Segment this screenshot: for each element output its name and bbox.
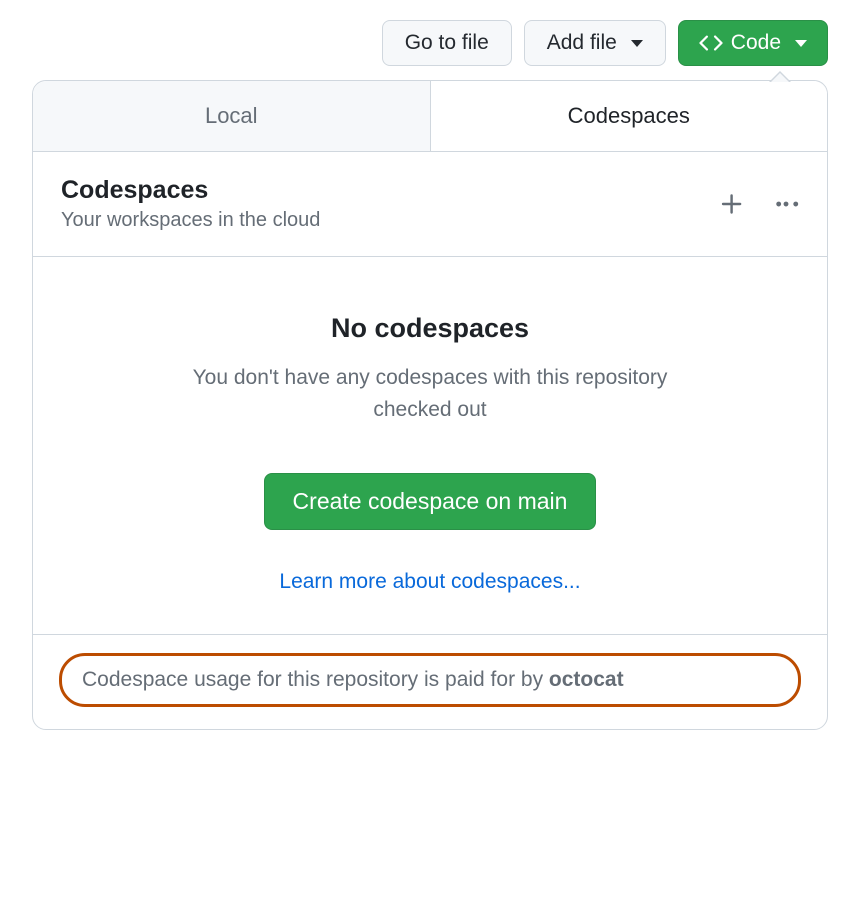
dropdown-pointer bbox=[769, 71, 791, 82]
code-dropdown-panel: Local Codespaces Codespaces Your workspa… bbox=[32, 80, 828, 730]
learn-more-link[interactable]: Learn more about codespaces... bbox=[61, 570, 799, 594]
add-file-button[interactable]: Add file bbox=[524, 20, 666, 66]
create-codespace-button[interactable]: Create codespace on main bbox=[264, 473, 597, 530]
code-button[interactable]: Code bbox=[678, 20, 828, 66]
codespaces-header-actions bbox=[719, 191, 799, 217]
empty-state-title: No codespaces bbox=[61, 313, 799, 344]
tab-codespaces-label: Codespaces bbox=[568, 103, 690, 128]
code-button-label: Code bbox=[731, 31, 781, 55]
repo-toolbar: Go to file Add file Code bbox=[20, 20, 832, 66]
clone-tabs: Local Codespaces bbox=[33, 81, 827, 152]
add-codespace-button[interactable] bbox=[719, 191, 745, 217]
tab-local[interactable]: Local bbox=[33, 81, 431, 151]
codespaces-footer: Codespace usage for this repository is p… bbox=[33, 635, 827, 729]
caret-down-icon bbox=[795, 40, 807, 47]
kebab-icon bbox=[773, 191, 799, 217]
code-icon bbox=[699, 31, 723, 55]
plus-icon bbox=[719, 191, 745, 217]
codespace-options-button[interactable] bbox=[773, 191, 799, 217]
create-codespace-label: Create codespace on main bbox=[293, 488, 568, 514]
codespaces-title: Codespaces bbox=[61, 176, 320, 205]
empty-state-desc: You don't have any codespaces with this … bbox=[190, 362, 670, 425]
caret-down-icon bbox=[631, 40, 643, 47]
codespaces-header: Codespaces Your workspaces in the cloud bbox=[33, 152, 827, 257]
go-to-file-label: Go to file bbox=[405, 31, 489, 55]
usage-note: Codespace usage for this repository is p… bbox=[59, 653, 801, 707]
go-to-file-button[interactable]: Go to file bbox=[382, 20, 512, 66]
codespaces-subtitle: Your workspaces in the cloud bbox=[61, 209, 320, 232]
codespaces-body: No codespaces You don't have any codespa… bbox=[33, 257, 827, 635]
tab-local-label: Local bbox=[205, 103, 258, 128]
codespaces-header-text: Codespaces Your workspaces in the cloud bbox=[61, 176, 320, 232]
usage-owner: octocat bbox=[549, 668, 624, 691]
add-file-label: Add file bbox=[547, 31, 617, 55]
usage-prefix: Codespace usage for this repository is p… bbox=[82, 668, 549, 691]
tab-codespaces[interactable]: Codespaces bbox=[431, 81, 828, 152]
